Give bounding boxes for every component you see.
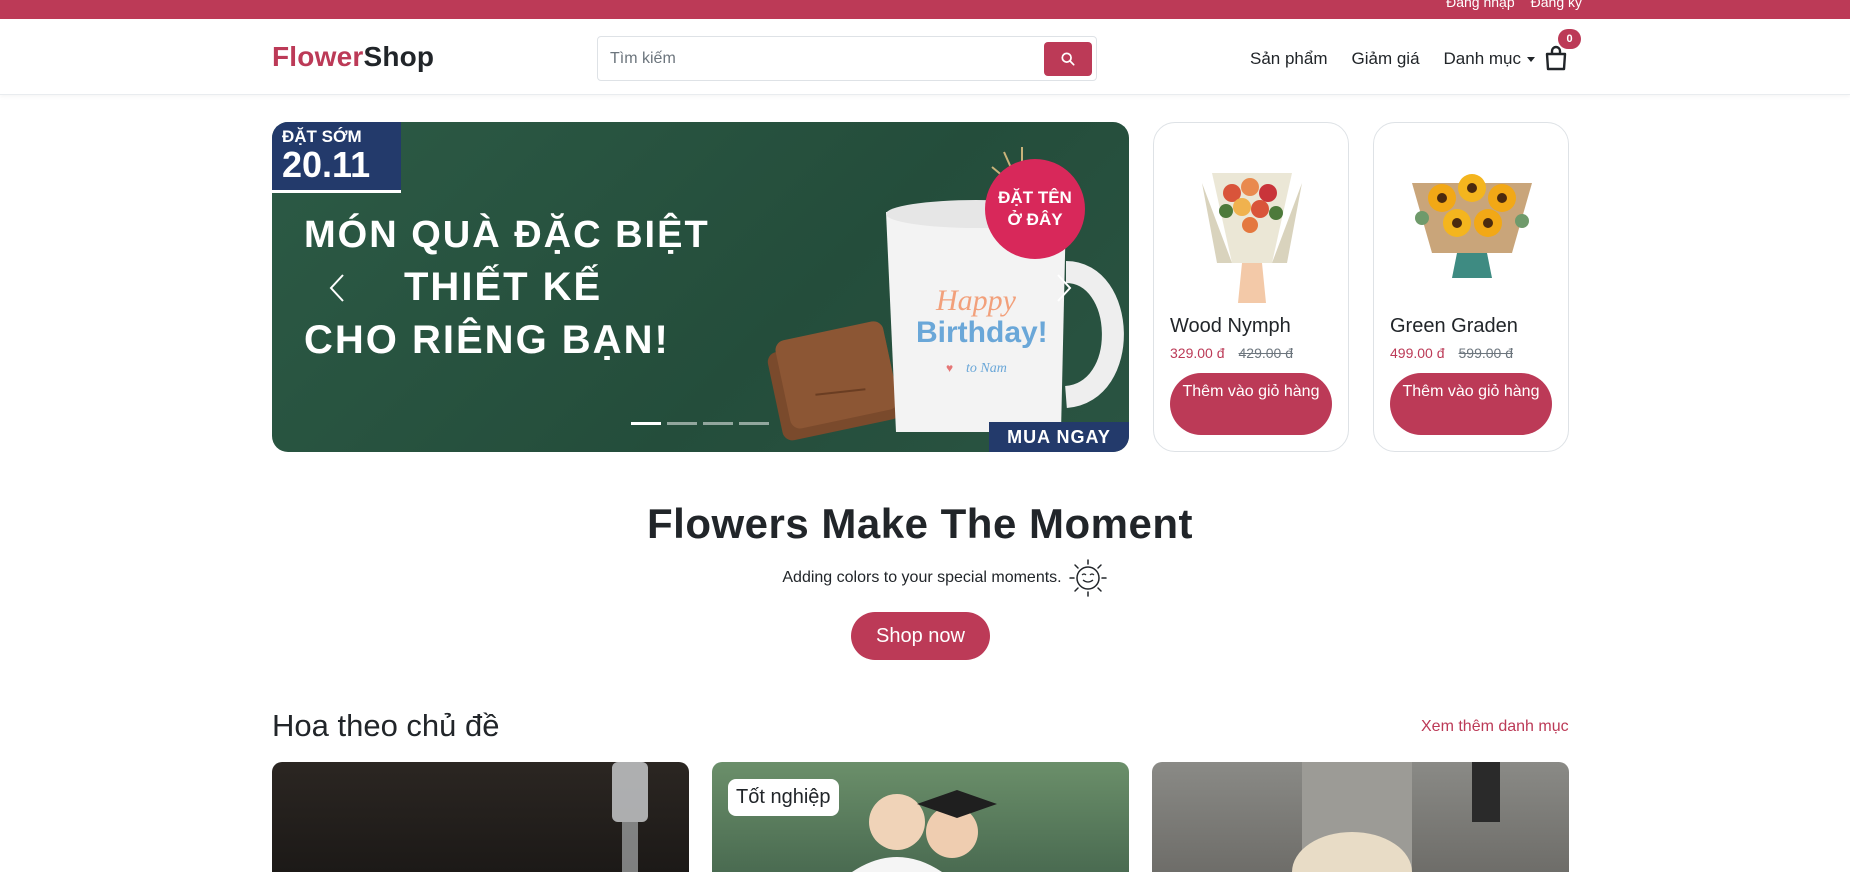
- badge-line-1: ĐẶT TÊN: [998, 188, 1072, 207]
- promo-date: 20.11: [282, 144, 371, 185]
- banner-headline: MÓN QUÀ ĐẶC BIỆT THIẾT KẾ CHO RIÊNG BẠN!: [304, 214, 710, 363]
- search-icon: [1061, 51, 1075, 66]
- hero-subtitle: Adding colors to your special moments.: [782, 569, 1062, 586]
- product-price: 329.00 đ: [1170, 345, 1225, 361]
- headline-line-2: THIẾT KẾ: [404, 265, 603, 309]
- carousel-next-button[interactable]: [1049, 270, 1079, 306]
- section-title: Hoa theo chủ đề: [272, 708, 500, 743]
- headline-line-3: CHO RIÊNG BẠN!: [304, 318, 670, 362]
- carousel-indicators: [631, 422, 769, 425]
- shopping-bag-icon[interactable]: [1544, 45, 1568, 71]
- heart-icon: ♥: [946, 361, 953, 375]
- category-card[interactable]: [272, 762, 689, 872]
- product-card[interactable]: Wood Nymph 329.00 đ 429.00 đ Thêm vào gi…: [1153, 122, 1349, 452]
- category-card[interactable]: Tốt nghiệp: [712, 762, 1129, 872]
- chevron-down-icon: [1527, 56, 1536, 62]
- category-label: Tốt nghiệp: [728, 779, 839, 816]
- nav-categories-label: Danh mục: [1443, 49, 1522, 68]
- product-image-wood-nymph: [1202, 173, 1302, 303]
- category-card[interactable]: [1152, 762, 1569, 872]
- mug-text-happy: Happy: [935, 284, 1017, 317]
- buy-now-tag[interactable]: MUA NGAY: [989, 422, 1129, 452]
- headline-line-1: MÓN QUÀ ĐẶC BIỆT: [304, 214, 710, 256]
- mug-text-birthday: Birthday!: [916, 316, 1048, 349]
- mug-text-name: to Nam: [966, 361, 1007, 376]
- name-here-badge: ĐẶT TÊN Ở ĐÂY: [985, 159, 1085, 259]
- carousel-indicator-4[interactable]: [739, 422, 769, 425]
- product-price: 499.00 đ: [1390, 345, 1445, 361]
- brand-logo[interactable]: FlowerShop: [272, 41, 434, 73]
- badge-line-2: Ở ĐÂY: [1007, 210, 1063, 229]
- product-old-price: 599.00 đ: [1458, 345, 1514, 361]
- cart-count-badge: 0: [1558, 29, 1581, 49]
- search-bar: [597, 36, 1097, 81]
- hero-title: Flowers Make The Moment: [647, 500, 1193, 547]
- search-button[interactable]: [1044, 41, 1092, 76]
- chevron-right-icon: [1057, 274, 1072, 302]
- carousel-indicator-1[interactable]: [631, 422, 661, 425]
- search-input[interactable]: [610, 49, 1044, 68]
- register-link[interactable]: Đăng ký: [1531, 0, 1582, 10]
- product-card[interactable]: Green Graden 499.00 đ 599.00 đ Thêm vào …: [1373, 122, 1569, 452]
- product-name[interactable]: Green Graden: [1390, 315, 1518, 338]
- product-prices: 499.00 đ 599.00 đ: [1390, 345, 1513, 361]
- add-to-cart-button[interactable]: Thêm vào giỏ hàng: [1390, 373, 1552, 435]
- carousel-indicator-3[interactable]: [703, 422, 733, 425]
- add-to-cart-button[interactable]: Thêm vào giỏ hàng: [1170, 373, 1332, 435]
- product-old-price: 429.00 đ: [1238, 345, 1294, 361]
- smiling-sun-icon: [1068, 559, 1107, 597]
- carousel-prev-button[interactable]: [322, 270, 352, 306]
- promo-tag: ĐẶT SỚM 20.11: [272, 122, 401, 190]
- login-link[interactable]: Đăng nhập: [1446, 0, 1515, 10]
- shop-now-button[interactable]: Shop now: [851, 612, 990, 660]
- top-bar: Đăng nhập Đăng ký: [0, 0, 1850, 19]
- carousel-indicator-2[interactable]: [667, 422, 697, 425]
- see-more-categories-link[interactable]: Xem thêm danh mục: [1421, 718, 1569, 736]
- promo-underline: [272, 190, 401, 193]
- brand-part-2: Shop: [363, 41, 435, 72]
- nav-sale[interactable]: Giảm giá: [1352, 49, 1420, 69]
- nav-products[interactable]: Sản phẩm: [1250, 49, 1328, 69]
- auth-links: Đăng nhập Đăng ký: [1446, 0, 1582, 10]
- product-name[interactable]: Wood Nymph: [1170, 315, 1291, 338]
- navbar: FlowerShop Sản phẩm Giảm giá Danh mục 0: [0, 19, 1850, 95]
- chevron-left-icon: [329, 274, 344, 302]
- category-image: [1292, 762, 1500, 872]
- promo-carousel[interactable]: ĐẶT SỚM 20.11 MÓN QUÀ ĐẶC BIỆT THIẾT KẾ …: [272, 122, 1129, 452]
- nav-categories-dropdown[interactable]: Danh mục: [1443, 49, 1536, 69]
- hero-subtitle-row: Adding colors to your special moments.: [0, 558, 1840, 598]
- category-image: [612, 762, 648, 872]
- product-image-green-graden: [1412, 174, 1532, 278]
- main-nav: Sản phẩm Giảm giá Danh mục: [1250, 49, 1536, 69]
- product-prices: 329.00 đ 429.00 đ: [1170, 345, 1293, 361]
- brand-part-1: Flower: [272, 41, 364, 72]
